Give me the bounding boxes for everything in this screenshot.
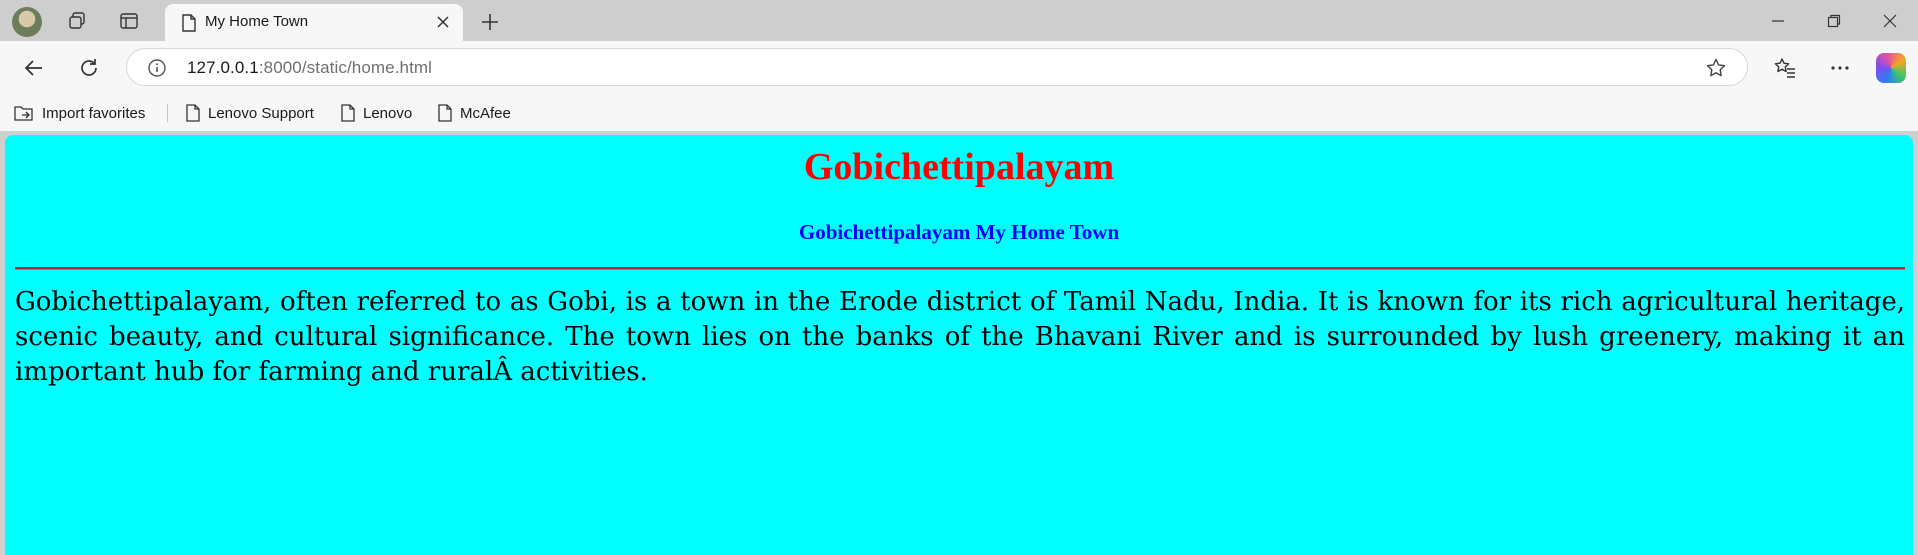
- refresh-icon[interactable]: [76, 55, 102, 81]
- new-tab-icon[interactable]: [478, 10, 502, 34]
- close-tab-icon[interactable]: [433, 12, 453, 32]
- page-viewport: Gobichettipalayam Gobichettipalayam My H…: [5, 135, 1913, 555]
- favorites-icon[interactable]: [1772, 55, 1798, 81]
- favorite-label: Lenovo Support: [208, 104, 314, 122]
- favorite-label: Lenovo: [363, 104, 413, 122]
- favorite-label: McAfee: [460, 104, 511, 122]
- horizontal-rule: [15, 267, 1905, 270]
- title-bar: My Home Town: [0, 0, 1918, 41]
- favorites-divider: [167, 104, 168, 122]
- page-icon: [341, 104, 355, 122]
- site-info-icon[interactable]: [147, 58, 167, 78]
- page-title: Gobichettipalayam: [803, 146, 1115, 188]
- favorite-mcafee[interactable]: McAfee: [438, 102, 511, 124]
- address-bar[interactable]: 127.0.0.1:8000/static/home.html: [126, 48, 1748, 86]
- vertical-tabs-icon[interactable]: [118, 10, 140, 32]
- more-options-icon[interactable]: [1827, 55, 1853, 81]
- tab-my-home-town[interactable]: My Home Town: [165, 4, 463, 41]
- close-window-icon[interactable]: [1878, 10, 1902, 32]
- toolbar: 127.0.0.1:8000/static/home.html: [0, 41, 1918, 95]
- tab-title: My Home Town: [205, 13, 309, 30]
- url-host: 127.0.0.1: [187, 58, 259, 77]
- favorites-bar: Import favorites Lenovo Support Lenovo M…: [0, 95, 1918, 131]
- url-path: :8000/static/home.html: [258, 58, 433, 77]
- copilot-icon[interactable]: [1876, 53, 1906, 83]
- favorite-label: Import favorites: [42, 104, 146, 122]
- favorite-lenovo[interactable]: Lenovo: [341, 102, 412, 124]
- page-icon: [438, 104, 452, 122]
- restore-icon[interactable]: [1822, 10, 1846, 32]
- favorite-lenovo-support[interactable]: Lenovo Support: [186, 102, 314, 124]
- page-subtitle: Gobichettipalayam My Home Town: [798, 220, 1120, 244]
- favorite-import-favorites[interactable]: Import favorites: [14, 102, 145, 124]
- page-paragraph: Gobichettipalayam, often referred to as …: [15, 287, 1905, 387]
- import-favorites-icon: [14, 106, 33, 121]
- minimize-icon[interactable]: [1766, 10, 1790, 32]
- workspaces-icon[interactable]: [66, 10, 88, 32]
- favorite-star-icon[interactable]: [1705, 57, 1727, 79]
- url-text[interactable]: 127.0.0.1:8000/static/home.html: [187, 58, 432, 78]
- page-icon: [181, 14, 197, 32]
- back-icon[interactable]: [21, 55, 47, 81]
- profile-avatar[interactable]: [12, 7, 42, 37]
- page-icon: [186, 104, 200, 122]
